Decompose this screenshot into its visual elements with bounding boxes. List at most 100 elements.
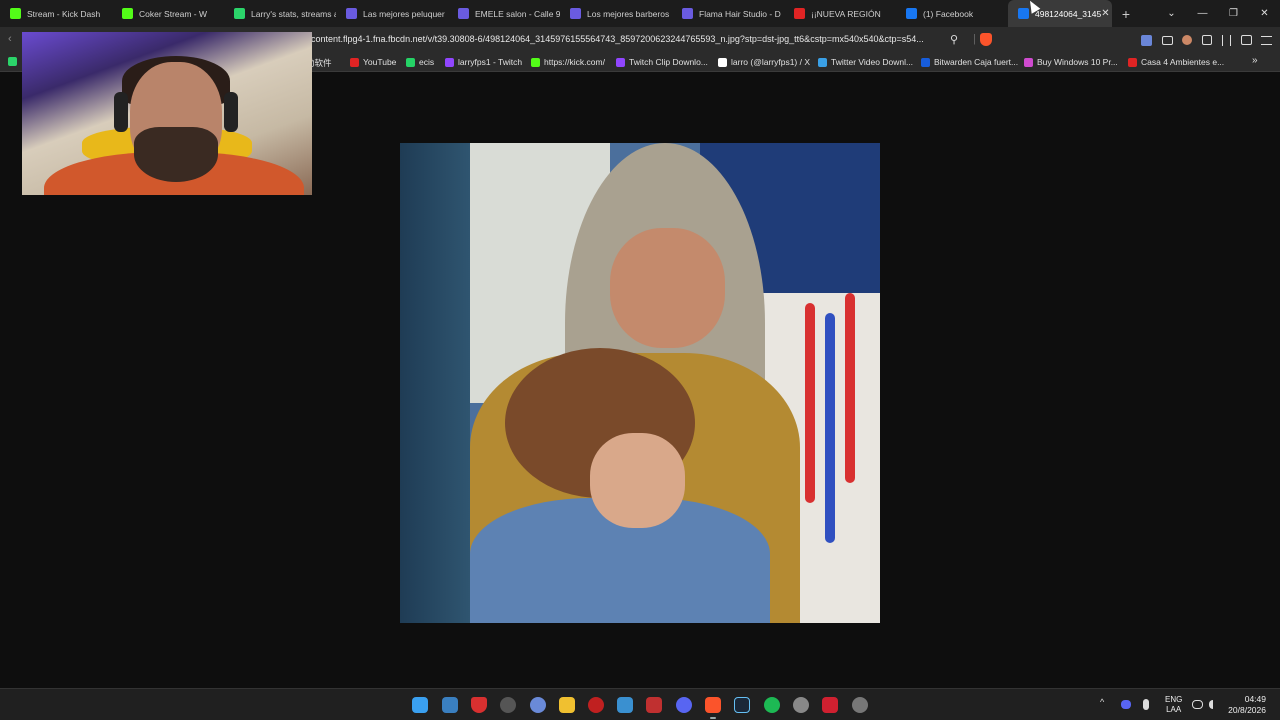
webcam-beard (134, 127, 218, 182)
bookmark-label: Casa 4 Ambientes e... (1141, 57, 1225, 67)
app-icon[interactable] (793, 697, 809, 713)
tab-list-icon[interactable]: ⌄ (1156, 8, 1187, 19)
tab-favicon-icon (570, 8, 581, 19)
bookmark-favicon-icon (921, 57, 930, 67)
tab-favicon-icon (122, 8, 133, 19)
bookmark-favicon-icon (531, 57, 540, 67)
tab-favicon-icon (10, 8, 21, 19)
app-icon[interactable] (646, 697, 662, 713)
sidebar-icon[interactable] (1241, 35, 1252, 45)
close-window-button[interactable]: ✕ (1249, 8, 1280, 19)
bookmark-item[interactable]: ecis (406, 57, 434, 67)
clock-date: 20/8/2026 (1228, 705, 1266, 715)
bookmark-label: Twitter Video Downl... (831, 57, 914, 67)
new-tab-button[interactable]: + (1112, 6, 1140, 22)
app-icon[interactable] (822, 697, 838, 713)
tab-title: Los mejores barberos (587, 8, 670, 19)
tab[interactable]: 498124064_3145 ✕ (1008, 0, 1112, 27)
discord-tray-icon[interactable] (1121, 700, 1131, 709)
bookmark-item[interactable]: Twitter Video Downl... (818, 57, 913, 67)
steam-icon[interactable] (734, 697, 750, 713)
brave-browser-icon[interactable] (705, 697, 721, 719)
bookmark-label: larro (@larryfps1) / X (731, 57, 811, 67)
bookmarks-more-icon[interactable]: » (1252, 55, 1258, 66)
tab[interactable]: Flama Hair Studio - D (672, 0, 784, 27)
address-separator: | (973, 33, 976, 45)
app-icon[interactable] (530, 697, 546, 713)
extensions-puzzle-icon[interactable] (1202, 35, 1212, 45)
volume-icon[interactable] (1209, 700, 1219, 709)
tab[interactable]: EMELE salon - Calle 9 (448, 0, 560, 27)
photo-woman-face (610, 228, 725, 348)
restore-button[interactable]: ❐ (1218, 8, 1249, 19)
tray-overflow-icon[interactable]: ^ (1100, 697, 1104, 707)
microphone-icon[interactable] (1143, 699, 1149, 710)
poster-stripe (845, 293, 855, 483)
bookmark-favicon-icon (1024, 57, 1033, 67)
tab-favicon-icon (346, 8, 357, 19)
window-controls: ⌄ — ❐ ✕ (1156, 0, 1280, 27)
bookmark-item[interactable]: Casa 4 Ambientes e... (1128, 57, 1224, 67)
bookmark-item[interactable]: Twitch Clip Downlo... (616, 57, 708, 67)
bookmark-favicon-icon (818, 57, 827, 67)
extension-icon[interactable] (1182, 35, 1192, 45)
picture-in-picture-icon[interactable] (1162, 36, 1173, 45)
notepad-icon[interactable] (617, 697, 633, 713)
spotify-icon[interactable] (764, 697, 780, 713)
tab[interactable]: Las mejores peluquer (336, 0, 448, 27)
file-explorer-icon[interactable] (559, 697, 575, 713)
tab[interactable]: (1) Facebook (896, 0, 1008, 27)
settings-icon[interactable] (500, 697, 516, 713)
antivirus-icon[interactable] (471, 697, 487, 713)
back-icon[interactable]: ‹ (8, 33, 12, 45)
bookmark-favicon-icon (445, 57, 454, 67)
network-icon[interactable] (1192, 700, 1203, 709)
url-field[interactable]: content.flpg4-1.fna.fbcdn.net/v/t39.3080… (311, 34, 924, 44)
headphone-icon (114, 92, 128, 132)
keyboard-layout: LAA (1166, 705, 1182, 714)
bookmark-favicon-icon (350, 57, 359, 67)
discord-icon[interactable] (676, 697, 692, 713)
zoom-icon[interactable]: ⚲ (950, 33, 958, 46)
tab-title: 498124064_3145 (1035, 8, 1102, 19)
bookmark-item[interactable]: YouTube (350, 57, 396, 67)
bookmark-favicon-icon (406, 57, 415, 67)
bookmark-item[interactable]: Bitwarden Caja fuert... (921, 57, 1018, 67)
tab-title: Larry's stats, streams a (251, 8, 336, 19)
tab[interactable]: Los mejores barberos (560, 0, 672, 27)
tab-favicon-icon (1018, 8, 1029, 19)
bookmark-label: https://kick.com/ (544, 57, 605, 67)
menu-icon[interactable] (1261, 36, 1272, 45)
bookmark-label: Twitch Clip Downlo... (629, 57, 708, 67)
tab-title: (1) Facebook (923, 8, 974, 19)
bookmark-item[interactable]: https://kick.com/ (531, 57, 605, 67)
widgets-icon[interactable] (442, 697, 458, 713)
media-icon[interactable] (1222, 35, 1231, 46)
brave-shield-icon[interactable] (980, 33, 992, 46)
tab-favicon-icon (458, 8, 469, 19)
photo-child-face (590, 433, 685, 528)
tab-title: Flama Hair Studio - D (699, 8, 781, 19)
tab-favicon-icon (682, 8, 693, 19)
bookmark-icon[interactable] (8, 57, 21, 66)
bookmark-item[interactable]: Buy Windows 10 Pr... (1024, 57, 1118, 67)
bookmark-item[interactable]: larryfps1 - Twitch (445, 57, 522, 67)
tab-title: Stream - Kick Dash (27, 8, 101, 19)
clock[interactable]: 04:49 20/8/2026 (1228, 694, 1266, 716)
tab[interactable]: ¡¡NUEVA REGIÓN (784, 0, 896, 27)
minimize-button[interactable]: — (1187, 8, 1218, 19)
tab-title: Las mejores peluquer (363, 8, 445, 19)
tab[interactable]: Larry's stats, streams a (224, 0, 336, 27)
bookmark-favicon-icon (718, 57, 727, 67)
start-icon[interactable] (412, 697, 428, 713)
app-icon[interactable] (852, 697, 868, 713)
language-indicator[interactable]: ENG LAA (1165, 695, 1182, 715)
app-icon[interactable] (588, 697, 604, 713)
headphone-icon (224, 92, 238, 132)
extension-icon[interactable] (1141, 35, 1152, 46)
bookmark-favicon-icon (1128, 57, 1137, 67)
tab[interactable]: Coker Stream - W (112, 0, 224, 27)
tab-close-icon[interactable]: ✕ (1101, 8, 1109, 19)
bookmark-item[interactable]: larro (@larryfps1) / X (718, 57, 810, 67)
tab[interactable]: Stream - Kick Dash (0, 0, 112, 27)
